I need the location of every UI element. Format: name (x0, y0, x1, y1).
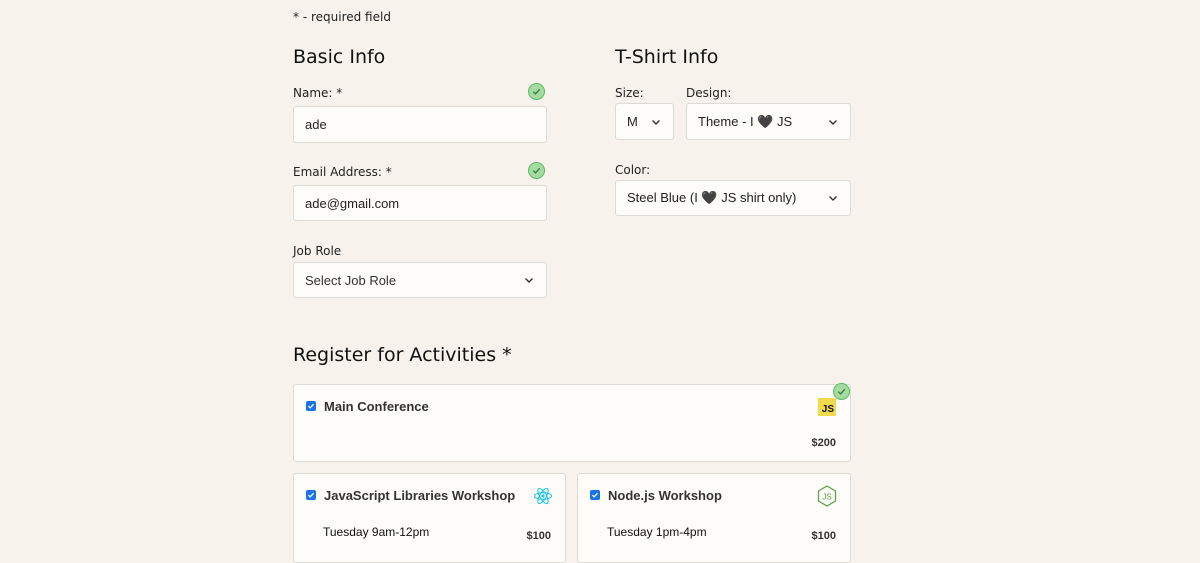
email-label: Email Address: * (293, 165, 392, 179)
js-logo-icon: JS (818, 398, 836, 416)
required-field-note: * - required field (293, 10, 391, 24)
email-input-value: ade@gmail.com (305, 195, 400, 211)
activities-valid-check-icon (833, 383, 850, 400)
activities-heading: Register for Activities * (293, 344, 512, 366)
design-selected-value: Theme - I 🖤 JS (698, 113, 793, 129)
nodejs-workshop-checkbox[interactable] (590, 490, 600, 500)
main-conference-checkbox[interactable] (306, 401, 316, 411)
design-select[interactable]: Theme - I 🖤 JS (686, 103, 851, 140)
name-label: Name: * (293, 86, 343, 100)
main-conference-price: $200 (811, 437, 836, 449)
chevron-down-icon (652, 119, 660, 125)
js-libraries-workshop-time: Tuesday 9am-12pm (323, 525, 430, 539)
nodejs-workshop-time: Tuesday 1pm-4pm (607, 525, 707, 539)
color-selected-value: Steel Blue (I 🖤 JS shirt only) (627, 190, 797, 205)
name-input[interactable]: ade (293, 106, 547, 143)
nodejs-workshop-price: $100 (811, 530, 836, 542)
js-libraries-workshop-title: JavaScript Libraries Workshop (324, 488, 516, 503)
color-select[interactable]: Steel Blue (I 🖤 JS shirt only) (615, 180, 851, 216)
size-select[interactable]: M (615, 103, 674, 140)
react-logo-icon (533, 487, 553, 505)
design-label: Design: (686, 86, 732, 100)
size-label: Size: (615, 86, 644, 100)
js-libraries-workshop-price: $100 (526, 530, 551, 542)
nodejs-logo-icon: JS (817, 485, 837, 507)
size-selected-value: M (627, 114, 638, 129)
basic-info-heading: Basic Info (293, 46, 386, 68)
job-role-label: Job Role (293, 244, 342, 258)
job-role-select[interactable]: Select Job Role (293, 262, 547, 298)
job-role-selected-value: Select Job Role (305, 272, 397, 288)
main-conference-title: Main Conference (324, 399, 429, 414)
js-libraries-workshop-checkbox[interactable] (306, 490, 316, 500)
email-input[interactable]: ade@gmail.com (293, 185, 547, 221)
activity-card-main-conference[interactable]: Main Conference JS $200 (293, 384, 851, 462)
name-input-value: ade (305, 117, 327, 132)
chevron-down-icon (525, 278, 533, 283)
tshirt-info-heading: T-Shirt Info (615, 46, 719, 68)
chevron-down-icon (829, 196, 837, 201)
chevron-down-icon (829, 119, 837, 125)
email-valid-check-icon (528, 162, 545, 179)
svg-text:JS: JS (822, 493, 831, 502)
name-valid-check-icon (528, 83, 545, 100)
color-label: Color: (615, 163, 651, 177)
nodejs-workshop-title: Node.js Workshop (608, 488, 722, 503)
